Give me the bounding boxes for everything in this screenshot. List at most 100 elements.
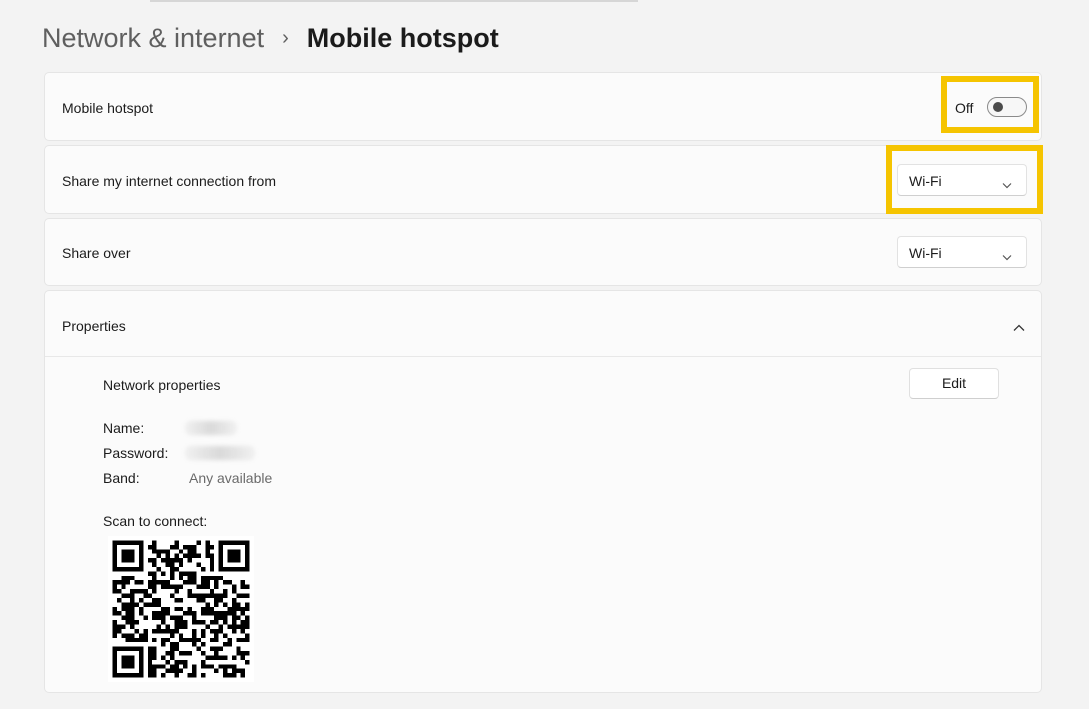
qr-module — [156, 566, 162, 572]
qr-module — [245, 593, 250, 598]
qr-module — [143, 602, 148, 607]
mobile-hotspot-label: Mobile hotspot — [62, 100, 154, 116]
qr-module — [227, 642, 232, 647]
qr-module — [147, 646, 153, 652]
qr-module — [223, 615, 228, 621]
qr-module — [231, 602, 237, 607]
qr-module — [165, 628, 170, 634]
qr-module — [130, 597, 135, 603]
qr-module — [240, 637, 246, 643]
qr-module — [169, 584, 175, 590]
qr-module — [147, 659, 153, 665]
share-over-label: Share over — [62, 245, 131, 261]
qr-module — [138, 606, 144, 612]
qr-module — [214, 637, 219, 643]
qr-module — [130, 602, 135, 607]
qr-module — [174, 584, 179, 590]
qr-module — [192, 637, 197, 643]
qr-module — [169, 655, 175, 660]
qr-module — [205, 611, 210, 616]
chevron-up-icon[interactable] — [1013, 319, 1025, 337]
qr-module — [227, 624, 232, 629]
qr-module — [174, 597, 179, 603]
qr-module — [236, 602, 241, 607]
qr-module — [147, 673, 153, 678]
qr-module — [116, 611, 122, 616]
qr-module — [223, 642, 228, 647]
qr-module — [200, 575, 206, 581]
qr-module — [178, 615, 184, 621]
qr-module — [156, 611, 162, 616]
qr-module — [240, 580, 246, 585]
qr-module — [205, 544, 210, 550]
qr-module — [152, 655, 157, 660]
page-title: Mobile hotspot — [306, 22, 499, 53]
qr-module — [227, 637, 232, 643]
breadcrumb-parent-link[interactable]: Network & internet — [42, 23, 264, 54]
qr-module — [161, 611, 166, 616]
qr-module — [121, 580, 126, 585]
qr-module — [156, 628, 162, 634]
qr-module — [169, 571, 175, 576]
password-value-redacted — [185, 446, 255, 460]
name-label: Name: — [103, 420, 145, 436]
qr-module — [161, 628, 166, 634]
qr-module — [205, 593, 210, 598]
qr-module — [165, 558, 170, 563]
qr-module — [161, 615, 166, 621]
qr-module — [223, 655, 228, 660]
qr-module — [218, 575, 224, 581]
qr-module — [192, 611, 197, 616]
qr-module — [205, 584, 210, 590]
qr-module — [205, 624, 210, 629]
qr-module — [178, 624, 184, 629]
qr-module — [112, 606, 117, 612]
qr-module — [125, 602, 131, 607]
qr-module — [121, 593, 126, 598]
qr-module — [161, 620, 166, 625]
qr-module — [174, 566, 179, 572]
qr-module — [125, 633, 131, 638]
qr-module — [165, 584, 170, 590]
share-over-dropdown[interactable]: Wi-Fi — [897, 236, 1027, 268]
qr-module — [152, 602, 157, 607]
qr-module — [240, 593, 246, 598]
qr-module — [169, 615, 175, 621]
qr-module — [152, 597, 157, 603]
highlight-box-toggle — [941, 76, 1039, 133]
edit-button[interactable]: Edit — [909, 368, 999, 399]
qr-module — [183, 664, 188, 669]
qr-module — [134, 637, 139, 643]
qr-module — [214, 580, 219, 585]
qr-module — [205, 575, 210, 581]
qr-module — [192, 628, 197, 634]
qr-module — [209, 606, 215, 612]
qr-module — [218, 611, 224, 616]
qr-module — [218, 597, 224, 603]
qr-module — [147, 544, 153, 550]
properties-header[interactable]: Properties — [45, 291, 1041, 357]
qr-module — [138, 580, 144, 585]
qr-module — [152, 628, 157, 634]
qr-module — [138, 611, 144, 616]
qr-module — [125, 611, 131, 616]
qr-module — [209, 628, 215, 634]
qr-module — [209, 544, 215, 550]
share-over-row: Share over Wi-Fi — [44, 218, 1042, 286]
qr-module — [209, 593, 215, 598]
qr-module — [209, 553, 215, 559]
qr-module — [165, 549, 170, 554]
qr-module — [152, 673, 157, 678]
qr-module — [125, 620, 131, 625]
qr-module — [205, 580, 210, 585]
qr-module — [169, 664, 175, 669]
qr-module — [174, 620, 179, 625]
qr-module — [147, 668, 153, 674]
qr-module — [214, 628, 219, 634]
qr-module — [214, 646, 219, 652]
qr-module — [174, 642, 179, 647]
qr-module — [187, 580, 193, 585]
qr-module — [147, 651, 153, 656]
qr-module — [165, 606, 170, 612]
qr-module — [125, 593, 131, 598]
